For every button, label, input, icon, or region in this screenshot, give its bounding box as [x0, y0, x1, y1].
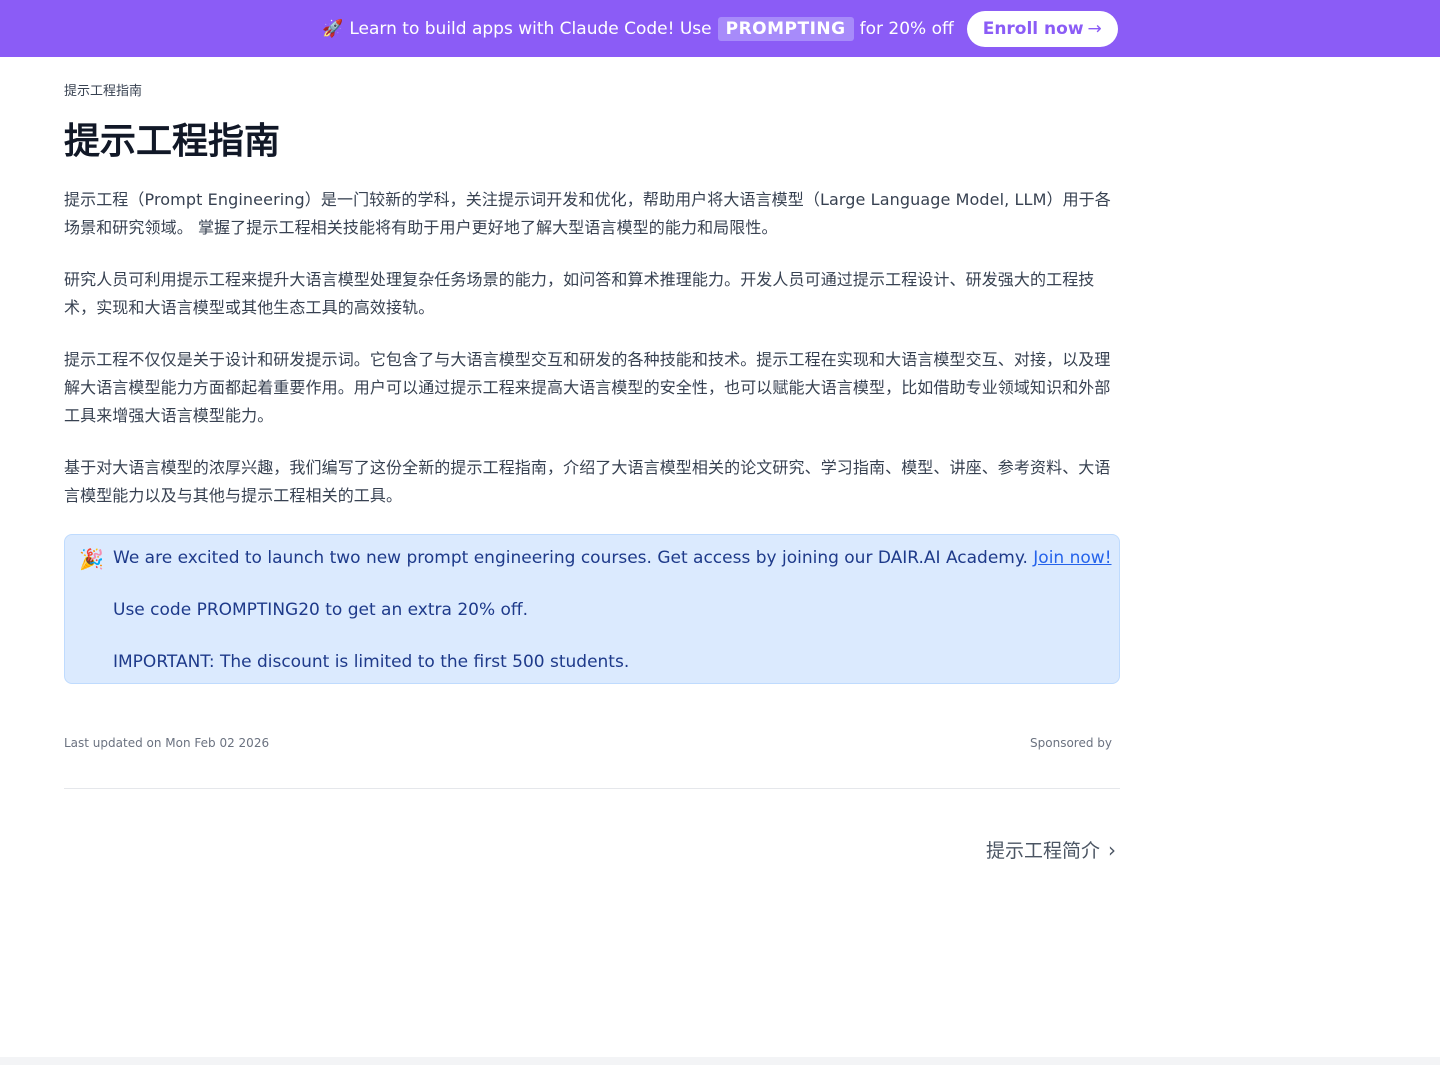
- paragraph-2: 研究人员可利用提示工程来提升大语言模型处理复杂任务场景的能力，如问答和算术推理能…: [64, 270, 1095, 317]
- callout-line-3: IMPORTANT: The discount is limited to th…: [113, 652, 630, 672]
- join-now-link[interactable]: Join now!: [1033, 548, 1111, 568]
- next-page-label: 提示工程简介: [985, 840, 1100, 862]
- party-popper-icon: 🎉: [79, 547, 104, 571]
- paragraph-1: 提示工程（Prompt Engineering）是一门较新的学科，关注提示词开发…: [64, 190, 1111, 237]
- breadcrumb: 提示工程指南: [64, 84, 143, 99]
- enroll-now-button[interactable]: Enroll now →: [966, 10, 1118, 47]
- callout-announcement: We are excited to launch two new prompt …: [113, 548, 1028, 568]
- rocket-icon: 🚀: [322, 18, 344, 39]
- sponsored-by: Sponsored by: [1030, 736, 1112, 750]
- paragraph-4: 基于对大语言模型的浓厚兴趣，我们编写了这份全新的提示工程指南，介绍了大语言模型相…: [64, 458, 1111, 505]
- chevron-right-icon: ›: [1108, 837, 1116, 862]
- page-title: 提示工程指南: [64, 121, 281, 162]
- bottom-bar: [0, 1057, 1440, 1065]
- banner-text-after: for 20% off: [859, 18, 954, 39]
- paragraph-3: 提示工程不仅仅是关于设计和研发提示词。它包含了与大语言模型交互和研发的各种技能和…: [64, 350, 1111, 425]
- article-body: 提示工程（Prompt Engineering）是一门较新的学科，关注提示词开发…: [64, 186, 1124, 534]
- divider: [64, 788, 1120, 789]
- courses-callout: 🎉 We are excited to launch two new promp…: [64, 534, 1120, 684]
- next-page-link[interactable]: 提示工程简介 ›: [986, 836, 1116, 863]
- enroll-now-label: Enroll now: [982, 18, 1084, 39]
- callout-line-1: We are excited to launch two new prompt …: [113, 546, 1112, 570]
- banner-text-before: Learn to build apps with Claude Code! Us…: [349, 18, 712, 39]
- promo-banner: 🚀 Learn to build apps with Claude Code! …: [0, 0, 1440, 57]
- promo-code-badge: PROMPTING: [717, 16, 854, 41]
- callout-line-2: Use code PROMPTING20 to get an extra 20%…: [113, 600, 529, 620]
- arrow-right-icon: →: [1087, 18, 1102, 39]
- banner-text: Learn to build apps with Claude Code! Us…: [349, 16, 954, 41]
- last-updated: Last updated on Mon Feb 02 2026: [64, 736, 270, 750]
